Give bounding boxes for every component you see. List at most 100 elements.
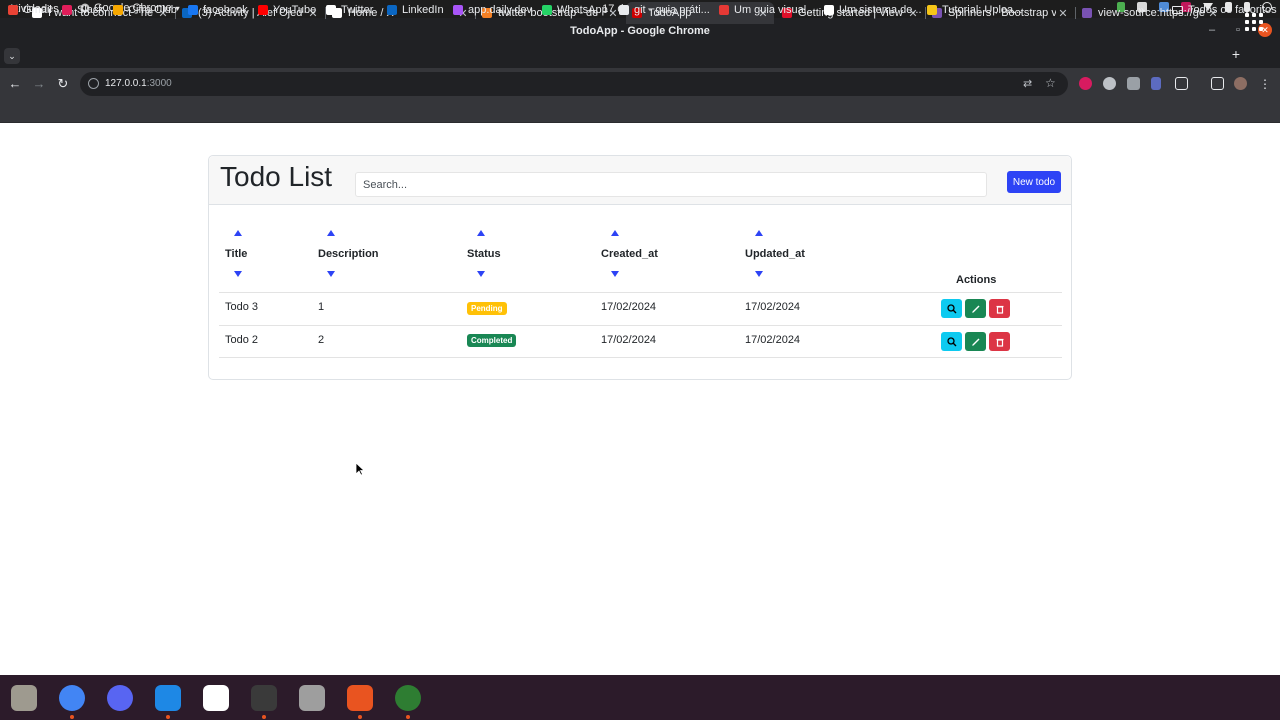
sort-description-asc-icon[interactable] (327, 230, 335, 236)
status-badge: Completed (467, 334, 517, 347)
sort-description-desc-icon[interactable] (327, 271, 335, 277)
bookmark-item[interactable]: Twitter (326, 4, 373, 16)
menu-kebab-icon[interactable]: ⋮ (1257, 76, 1273, 92)
tab-search-button[interactable]: ⌄ (4, 48, 20, 64)
edit-button[interactable] (965, 299, 986, 318)
sort-status-asc-icon[interactable] (477, 230, 485, 236)
bookmarks-overflow-button[interactable]: » (1138, 3, 1145, 17)
bookmark-item[interactable]: LinkedIn (387, 4, 444, 16)
bookmark-label: facebook (203, 4, 248, 16)
back-button[interactable]: ← (7, 76, 23, 92)
trash-icon (996, 305, 1003, 314)
tab-close-icon[interactable]: ✕ (1056, 7, 1070, 20)
bookmark-item[interactable]: app.daily.dev (453, 4, 532, 16)
dock-item[interactable] (248, 682, 280, 714)
avatar[interactable] (1234, 77, 1247, 90)
forward-button[interactable]: → (31, 76, 47, 92)
running-indicator (358, 715, 362, 719)
discord-icon (107, 685, 133, 711)
bookmark-label: app.daily.dev (468, 4, 533, 16)
delete-button[interactable] (989, 299, 1010, 318)
bookmark-label: Gmail (23, 4, 52, 16)
new-tab-button[interactable]: + (1228, 46, 1244, 62)
pencil-icon (971, 338, 979, 346)
view-button[interactable] (941, 332, 962, 351)
extension-box-icon[interactable] (1127, 77, 1140, 90)
sort-updated-desc-icon[interactable] (755, 271, 763, 277)
new-todo-button[interactable]: New todo (1007, 171, 1061, 193)
sort-title-asc-icon[interactable] (234, 230, 242, 236)
search-icon (946, 303, 956, 313)
whatsapp-icon (542, 5, 552, 15)
dock-item[interactable] (56, 682, 88, 714)
row-created-at: 17/02/2024 (601, 334, 657, 346)
sort-status-desc-icon[interactable] (477, 271, 485, 277)
bookmark-item[interactable]: WhatsApp (542, 4, 608, 16)
todo-card: Todo List New todo Title Description Sta… (208, 155, 1072, 380)
extensions-puzzle-icon[interactable] (1175, 77, 1188, 90)
edit-button[interactable] (965, 332, 986, 351)
dock-item[interactable] (104, 682, 136, 714)
row-title: Todo 3 (225, 301, 259, 313)
delete-button[interactable] (989, 332, 1010, 351)
show-apps-button[interactable] (1245, 13, 1263, 31)
header-divider (219, 292, 1062, 293)
card-header: Todo List New todo (209, 156, 1071, 205)
bookmark-item[interactable]: facebook (188, 4, 248, 16)
sort-created-desc-icon[interactable] (611, 271, 619, 277)
bookmark-item[interactable]: Um sistema de... (824, 4, 922, 16)
running-indicator (406, 715, 410, 719)
all-bookmarks-label: Todos os favoritos (1188, 4, 1277, 16)
sort-title-desc-icon[interactable] (234, 271, 242, 277)
sistema-icon (824, 5, 834, 15)
side-panel-icon[interactable] (1211, 77, 1224, 90)
bookmark-label: git - guia práti... (634, 4, 710, 16)
bookmark-label: WhatsApp (557, 4, 608, 16)
row-title: Todo 2 (225, 334, 259, 346)
translate-icon[interactable]: ⇄ (1023, 77, 1032, 90)
bookmark-item[interactable]: Slack (62, 4, 104, 16)
bookmark-star-icon[interactable]: ☆ (1045, 76, 1056, 90)
view-button[interactable] (941, 299, 962, 318)
dock-item[interactable] (392, 682, 424, 714)
row-divider (219, 325, 1062, 326)
bookmark-item[interactable]: Tutorial: Uploa... (927, 4, 1022, 16)
dock-item[interactable] (152, 682, 184, 714)
bookmark-item[interactable]: Um guia visual... (719, 4, 815, 16)
bookmark-label: Um sistema de... (839, 4, 922, 16)
column-actions: Actions (956, 274, 997, 286)
site-info-icon[interactable] (88, 78, 99, 89)
window-title: TodoApp - Google Chrome (570, 25, 710, 37)
sort-updated-asc-icon[interactable] (755, 230, 763, 236)
bookmark-item[interactable]: YouTube (258, 4, 316, 16)
facebook-icon (188, 5, 198, 15)
address-url[interactable]: 127.0.0.1:3000 (105, 78, 172, 89)
running-indicator (70, 715, 74, 719)
reload-button[interactable]: ↻ (55, 76, 71, 92)
dock-item[interactable] (200, 682, 232, 714)
x-icon (326, 5, 336, 15)
bookmark-label: Twitter (341, 4, 374, 16)
column-description: Description (318, 248, 379, 260)
restore-button[interactable]: ▫ (1232, 24, 1244, 36)
tab-close-icon[interactable]: ✕ (606, 7, 620, 20)
running-indicator (166, 715, 170, 719)
extension-gray-icon[interactable] (1103, 77, 1116, 90)
dock-item[interactable] (344, 682, 376, 714)
bookmark-label: Um guia visual... (734, 4, 816, 16)
sort-created-asc-icon[interactable] (611, 230, 619, 236)
address-bar[interactable]: 127.0.0.1:3000 ⇄ ☆ (80, 72, 1068, 96)
dock-item[interactable] (8, 682, 40, 714)
minimize-button[interactable]: – (1206, 24, 1218, 36)
bookmark-item[interactable]: git - guia práti... (619, 4, 710, 16)
row-divider (219, 357, 1062, 358)
bookmark-item[interactable]: Gmail (8, 4, 52, 16)
search-input[interactable] (355, 172, 987, 197)
globe-icon (395, 685, 421, 711)
youtube-icon (258, 5, 268, 15)
extension-pen-icon[interactable] (1151, 77, 1161, 90)
bookmark-item[interactable]: Cifra Club (113, 4, 177, 16)
row-updated-at: 17/02/2024 (745, 334, 801, 346)
extension-red-icon[interactable] (1079, 77, 1092, 90)
dock-item[interactable] (296, 682, 328, 714)
